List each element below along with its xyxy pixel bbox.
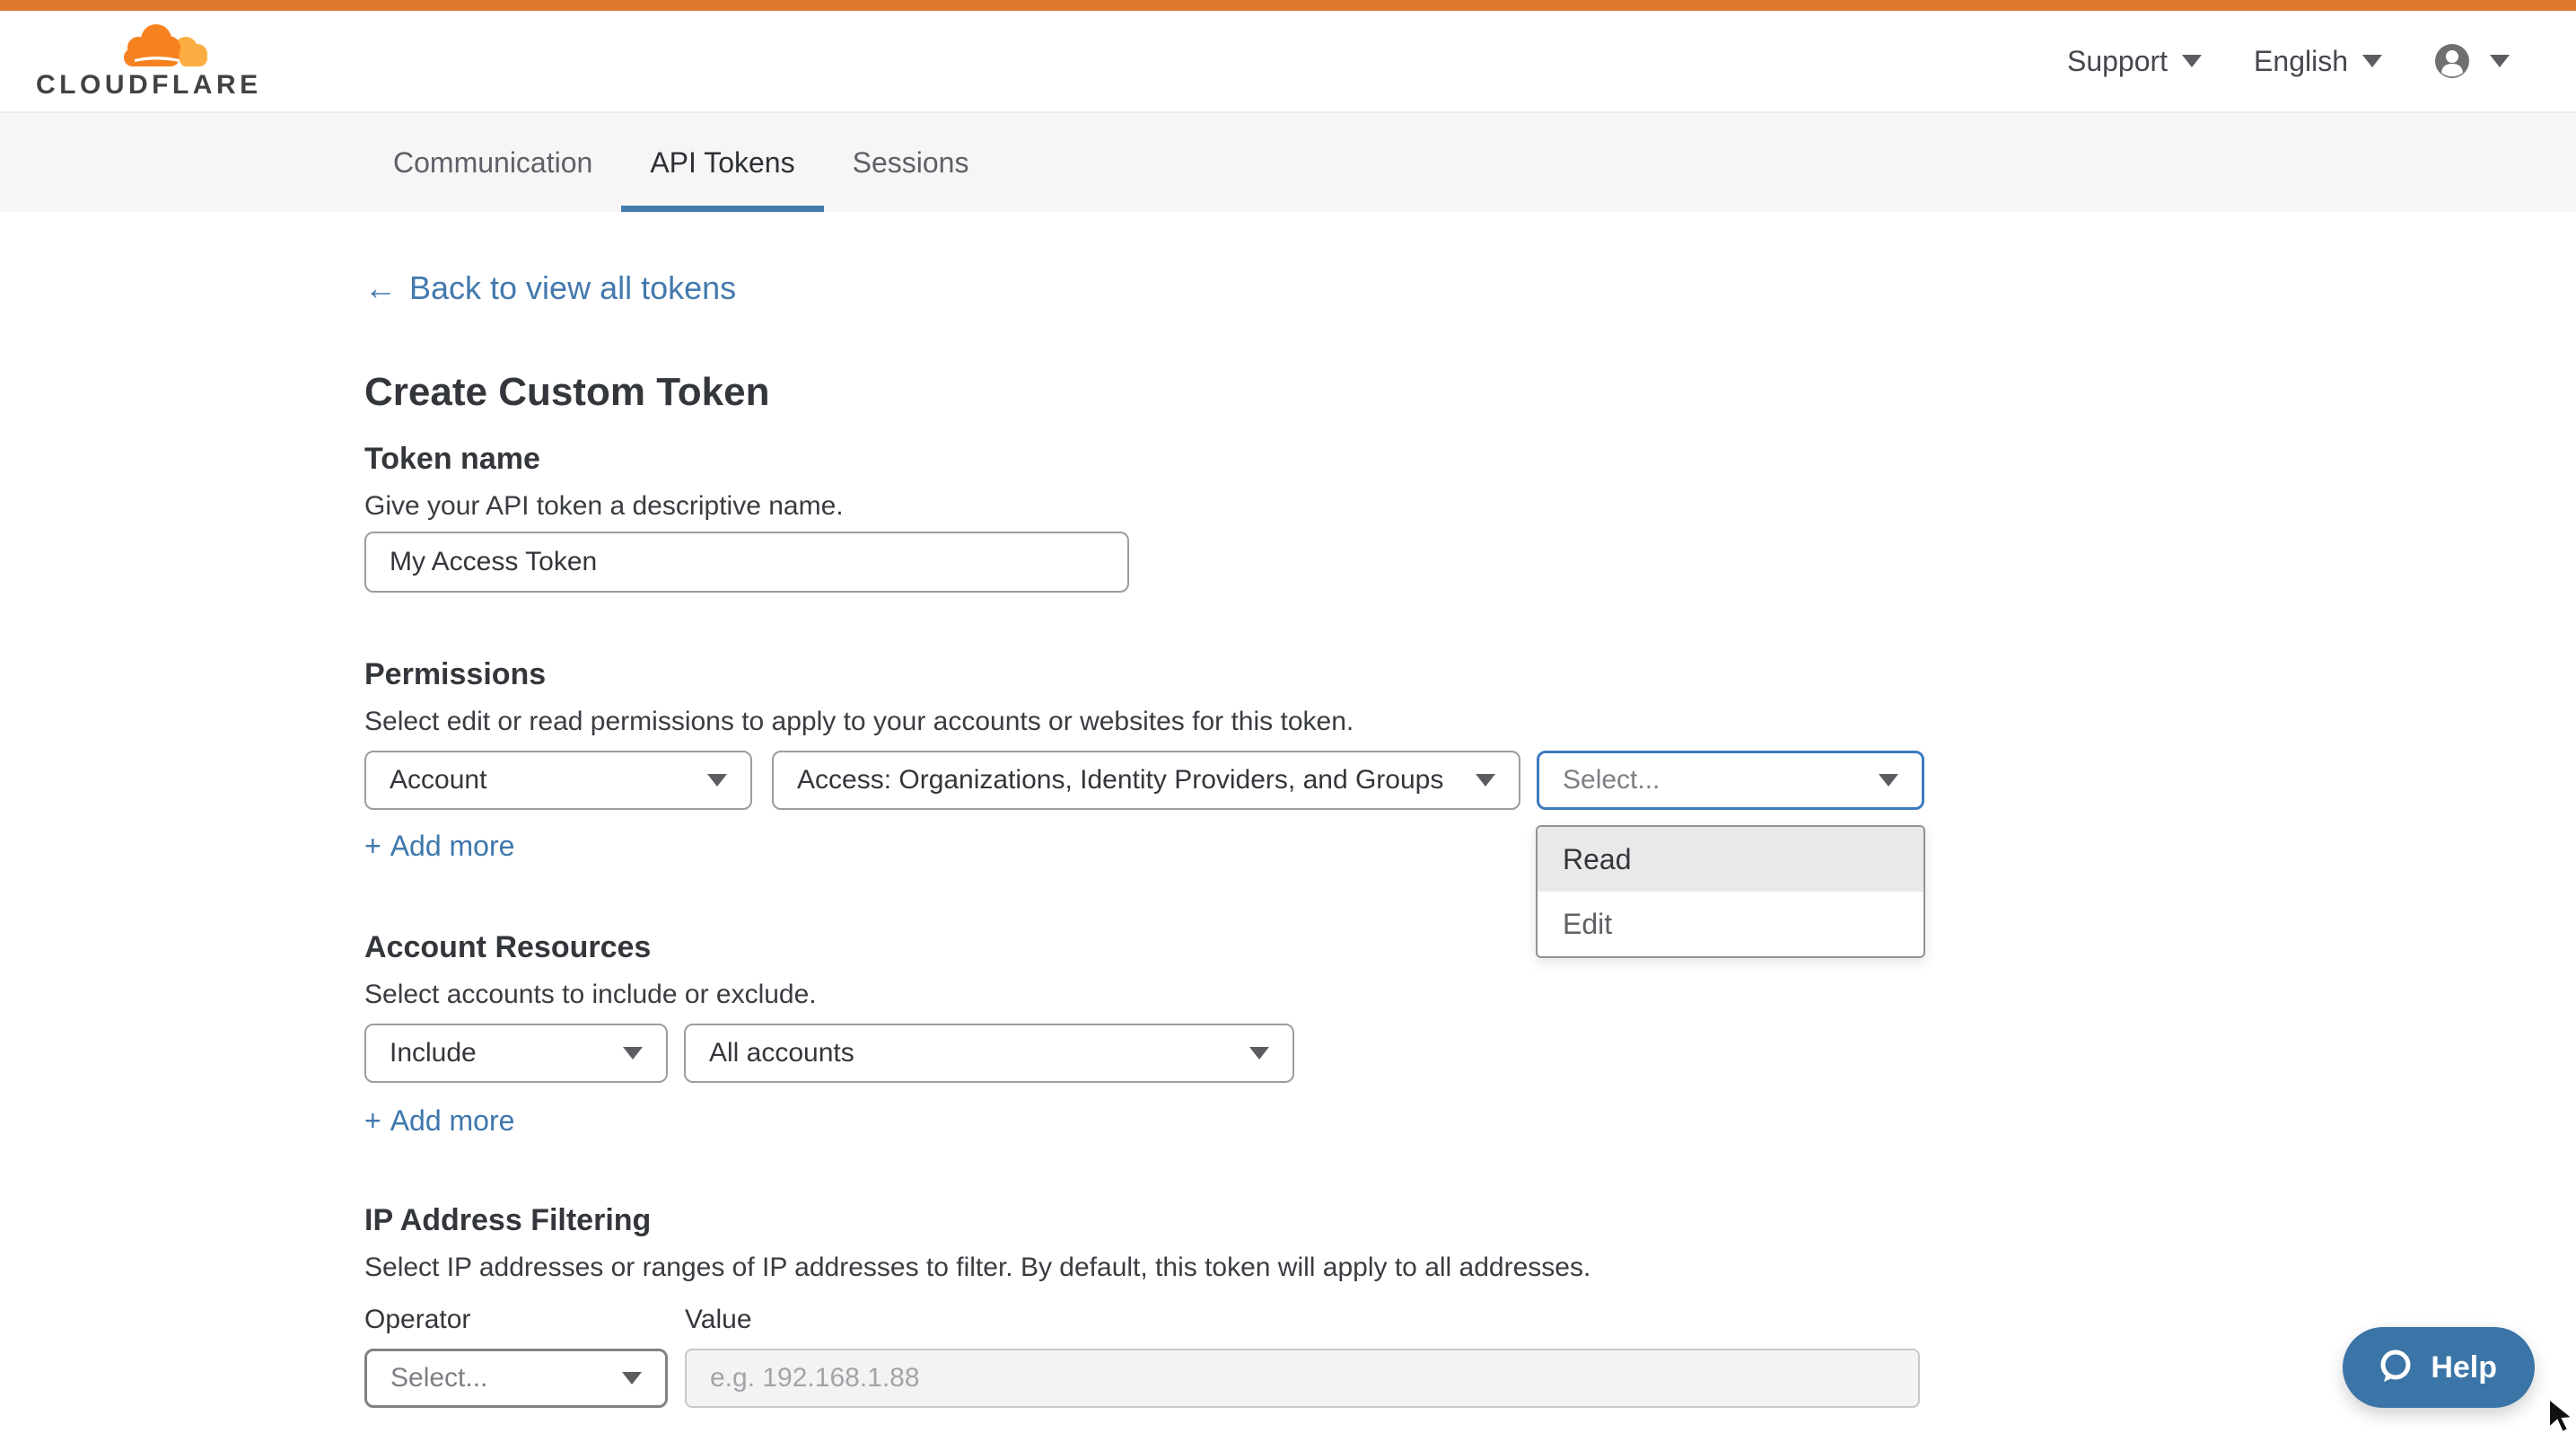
account-resources-description: Select accounts to include or exclude. <box>364 980 817 1010</box>
chat-bubble-icon <box>2375 1348 2414 1387</box>
caret-down-icon <box>1879 774 1898 787</box>
permissions-heading: Permissions <box>364 657 546 692</box>
resource-mode-select[interactable]: Include <box>364 1024 668 1083</box>
brand-top-bar <box>0 0 2576 11</box>
ip-value-input[interactable] <box>685 1349 1920 1408</box>
tab-communication[interactable]: Communication <box>364 113 621 212</box>
caret-down-icon <box>623 1047 643 1059</box>
menu-option-read[interactable]: Read <box>1538 827 1923 892</box>
help-label: Help <box>2431 1350 2497 1385</box>
user-avatar-icon <box>2434 43 2470 79</box>
mouse-cursor <box>2547 1397 2576 1433</box>
ip-operator-select[interactable]: Select... <box>364 1349 668 1408</box>
support-menu[interactable]: Support <box>2067 45 2202 78</box>
token-name-input[interactable] <box>364 532 1129 593</box>
language-label: English <box>2254 45 2348 78</box>
resource-scope-value: All accounts <box>709 1038 854 1068</box>
access-level-dropdown-menu: Read Edit <box>1536 825 1925 958</box>
account-resources-heading: Account Resources <box>364 930 651 965</box>
plus-icon: + <box>364 830 381 863</box>
plus-icon: + <box>364 1104 381 1138</box>
caret-down-icon <box>1249 1047 1269 1059</box>
tab-api-tokens[interactable]: API Tokens <box>621 113 823 212</box>
permission-scope-value: Account <box>390 765 486 796</box>
chevron-down-icon <box>2490 55 2510 67</box>
ip-filtering-description: Select IP addresses or ranges of IP addr… <box>364 1253 1590 1283</box>
account-resources-add-more-link[interactable]: + Add more <box>364 1104 514 1138</box>
back-to-tokens-link[interactable]: ← Back to view all tokens <box>364 269 736 307</box>
tab-bar: Communication API Tokens Sessions <box>0 111 2576 212</box>
operator-label: Operator <box>364 1305 470 1335</box>
resource-mode-value: Include <box>390 1038 477 1068</box>
app-header: CLOUDFLARE Support English <box>0 11 2576 111</box>
menu-option-edit[interactable]: Edit <box>1538 892 1923 956</box>
caret-down-icon <box>707 774 727 787</box>
help-button[interactable]: Help <box>2343 1327 2535 1408</box>
permission-resource-select[interactable]: Access: Organizations, Identity Provider… <box>772 751 1520 810</box>
page-title: Create Custom Token <box>364 370 770 415</box>
language-menu[interactable]: English <box>2254 45 2382 78</box>
caret-down-icon <box>1476 774 1495 787</box>
cloudflare-logo[interactable]: CLOUDFLARE <box>36 22 215 101</box>
tab-sessions[interactable]: Sessions <box>824 113 998 212</box>
cloudflare-cloud-icon <box>113 22 208 70</box>
permissions-add-more-link[interactable]: + Add more <box>364 830 514 863</box>
chevron-down-icon <box>2182 55 2202 67</box>
resource-scope-select[interactable]: All accounts <box>684 1024 1294 1083</box>
support-label: Support <box>2067 45 2168 78</box>
permissions-description: Select edit or read permissions to apply… <box>364 707 1354 737</box>
permission-resource-value: Access: Organizations, Identity Provider… <box>797 765 1443 796</box>
token-name-heading: Token name <box>364 442 540 477</box>
ip-filtering-heading: IP Address Filtering <box>364 1203 651 1238</box>
ip-operator-placeholder: Select... <box>390 1363 487 1393</box>
back-link-label: Back to view all tokens <box>409 269 736 307</box>
permission-access-placeholder: Select... <box>1563 765 1660 796</box>
chevron-down-icon <box>2362 55 2382 67</box>
value-label: Value <box>685 1305 752 1335</box>
cloudflare-logo-text: CLOUDFLARE <box>36 70 215 101</box>
caret-down-icon <box>622 1372 642 1385</box>
account-menu[interactable] <box>2434 43 2510 79</box>
permission-scope-select[interactable]: Account <box>364 751 752 810</box>
left-arrow-icon: ← <box>364 269 397 307</box>
permission-access-select[interactable]: Select... <box>1537 751 1924 810</box>
token-name-description: Give your API token a descriptive name. <box>364 491 844 522</box>
